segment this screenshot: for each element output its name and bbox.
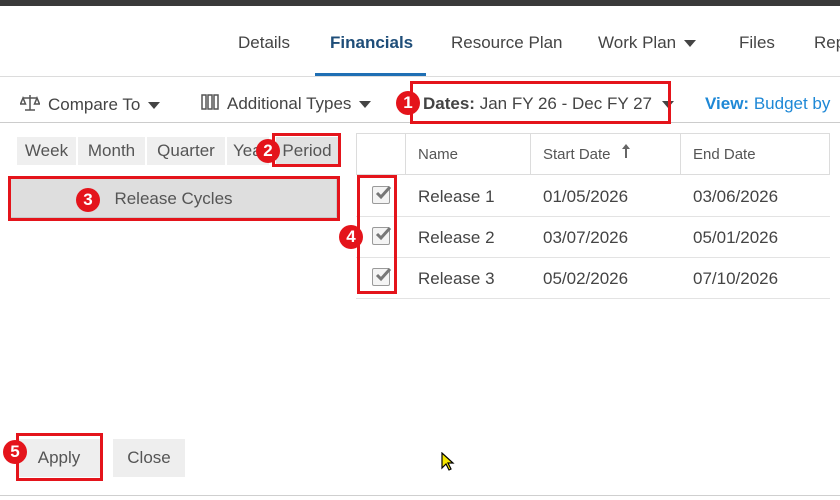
callout-badge-4: 4 <box>339 225 363 249</box>
chevron-down-icon <box>359 101 372 109</box>
tab-work-plan[interactable]: Work Plan <box>598 33 697 53</box>
compare-to-label: Compare To <box>48 94 141 114</box>
callout-badge-2: 2 <box>256 139 280 163</box>
callout-box-release-cycles <box>8 176 340 221</box>
callout-box-checkboxes <box>357 175 397 294</box>
callout-badge-1: 1 <box>396 91 420 115</box>
close-button[interactable]: Close <box>113 439 185 477</box>
table-row[interactable]: Release 3 05/02/2026 07/10/2026 <box>356 258 830 299</box>
segment-week[interactable]: Week <box>17 137 76 165</box>
view-label: View: <box>705 94 750 113</box>
header-end-date[interactable]: End Date <box>681 133 830 175</box>
row-name: Release 3 <box>418 269 495 288</box>
row-name: Release 1 <box>418 187 495 206</box>
compare-to-dropdown[interactable]: Compare To <box>19 94 161 117</box>
sort-ascending-icon <box>621 134 631 176</box>
header-select <box>356 133 406 175</box>
tab-details[interactable]: Details <box>238 33 290 53</box>
scale-icon <box>19 94 41 117</box>
callout-box-period <box>272 133 341 167</box>
callout-box-dates <box>410 81 671 124</box>
header-start-date[interactable]: Start Date <box>531 133 681 175</box>
tab-reports[interactable]: Rep <box>814 33 840 53</box>
active-tab-indicator <box>315 73 426 76</box>
chevron-down-icon <box>148 102 161 109</box>
row-end-date: 07/10/2026 <box>693 269 779 288</box>
additional-types-label: Additional Types <box>227 94 352 113</box>
chevron-down-icon <box>684 40 697 48</box>
table-row[interactable]: Release 1 01/05/2026 03/06/2026 <box>356 176 830 217</box>
callout-badge-5: 5 <box>3 440 27 464</box>
tab-resource-plan[interactable]: Resource Plan <box>451 33 563 53</box>
header-name[interactable]: Name <box>406 133 531 175</box>
row-name: Release 2 <box>418 228 495 247</box>
tab-files[interactable]: Files <box>739 33 775 53</box>
callout-box-apply <box>16 433 103 481</box>
segment-quarter[interactable]: Quarter <box>147 137 225 165</box>
view-selector[interactable]: View: Budget by <box>705 94 830 114</box>
tab-work-plan-label: Work Plan <box>598 33 677 52</box>
view-value: Budget by <box>753 94 831 113</box>
row-end-date: 05/01/2026 <box>693 228 779 247</box>
row-end-date: 03/06/2026 <box>693 187 779 206</box>
divider <box>0 495 840 496</box>
tab-bar: Details Financials Resource Plan Work Pl… <box>0 6 840 77</box>
additional-types-dropdown[interactable]: Additional Types <box>201 94 372 115</box>
row-start-date: 03/07/2026 <box>543 228 629 247</box>
columns-icon <box>201 94 219 115</box>
callout-badge-3: 3 <box>76 188 100 212</box>
row-start-date: 01/05/2026 <box>543 187 629 206</box>
table-row[interactable]: Release 2 03/07/2026 05/01/2026 <box>356 217 830 258</box>
row-start-date: 05/02/2026 <box>543 269 629 288</box>
segment-month[interactable]: Month <box>78 137 145 165</box>
tab-financials[interactable]: Financials <box>330 33 413 53</box>
mouse-cursor-icon <box>441 452 455 471</box>
header-start-date-label: Start Date <box>543 146 611 163</box>
